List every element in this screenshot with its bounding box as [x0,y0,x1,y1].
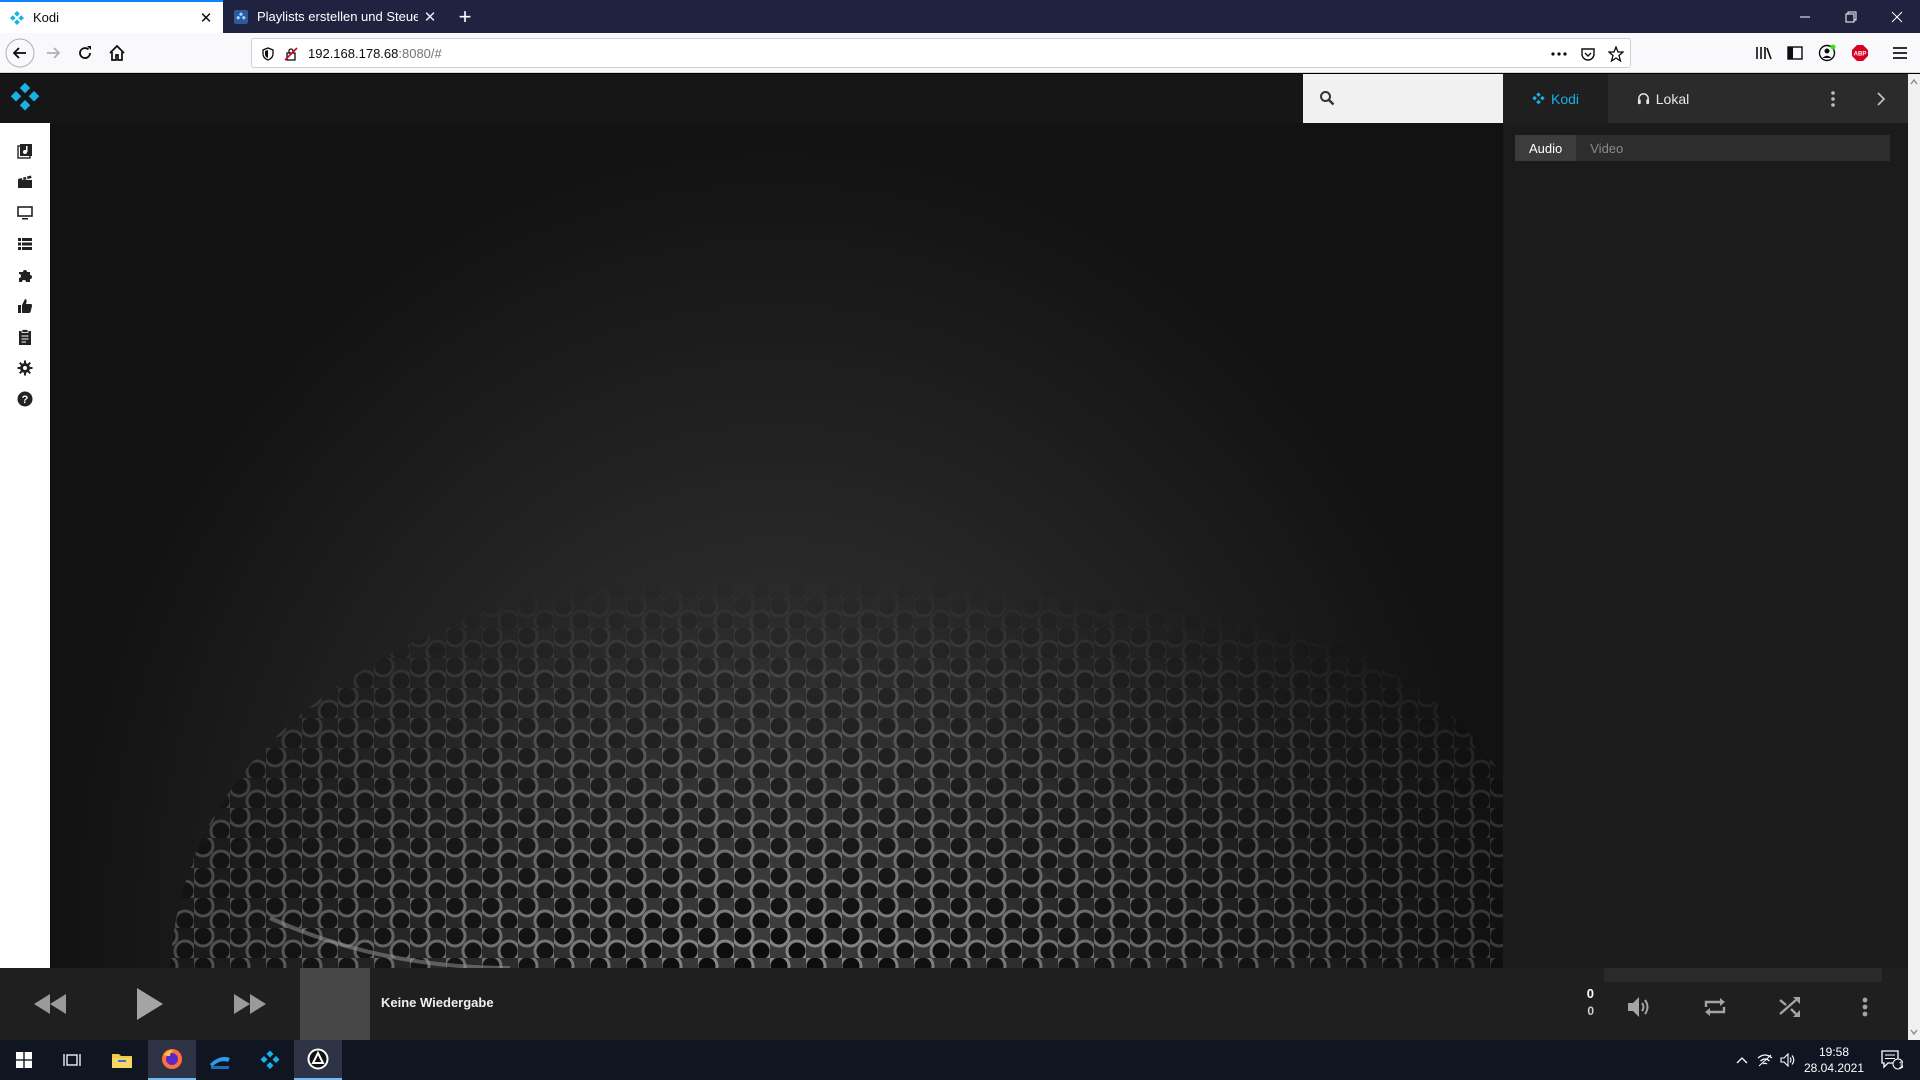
notification-center-icon[interactable]: 1 [1872,1040,1912,1080]
minimize-window-icon[interactable] [1782,0,1828,33]
menu-icon[interactable] [1885,38,1915,68]
task-view-icon[interactable] [48,1040,96,1080]
search-input[interactable] [1303,74,1503,123]
insecure-lock-icon[interactable] [282,45,300,63]
time-total: 0 [1587,1004,1594,1018]
playlist-panel: Audio Video [1503,123,1908,968]
player-bar: Keine Wiedergabe 0 0 [0,968,1908,1040]
tab-lokal[interactable]: Lokal [1608,74,1718,123]
windows-start-icon[interactable] [0,1040,48,1080]
shield-icon[interactable] [259,45,277,63]
pocket-icon[interactable] [1579,45,1597,63]
scroll-up-icon[interactable] [1908,76,1920,88]
chevron-right-icon[interactable] [1869,87,1893,111]
notification-count: 1 [1898,1060,1904,1070]
headphones-icon [1637,92,1650,105]
kodi-icon [1532,92,1545,105]
home-button[interactable] [102,38,132,68]
repeat-icon[interactable] [1700,992,1730,1022]
kodi-header [0,74,1503,123]
back-button[interactable] [5,38,35,68]
tab-playlists[interactable]: Playlists erstellen und Steuerun ✕ [224,0,447,33]
tab-kodi[interactable]: Kodi ✕ [0,0,223,33]
help-icon[interactable]: ? [15,389,35,409]
addons-icon[interactable] [15,265,35,285]
fanart-background [50,123,1503,968]
bookmark-star-icon[interactable] [1607,45,1625,63]
svg-text:?: ? [22,394,29,406]
firefox-icon[interactable] [148,1040,196,1080]
kodi-logo-icon[interactable] [10,82,40,112]
more-options-icon[interactable] [1821,87,1845,111]
rewind-button[interactable] [30,986,70,1022]
kodi-favicon-icon [9,10,25,26]
time-current: 0 [1586,986,1594,1001]
clipboard-icon[interactable] [15,327,35,347]
speaker-tray-icon[interactable] [1777,1040,1799,1080]
volume-slider[interactable] [1604,968,1882,982]
browser-nav-bar: 192.168.178.68:8080/# ABP [0,33,1920,73]
reload-button[interactable] [70,38,100,68]
player-menu-icon[interactable] [1855,992,1875,1022]
url-port: :8080/# [398,46,442,61]
tab-video[interactable]: Video [1576,135,1637,161]
network-icon[interactable] [1754,1040,1776,1080]
tab-lokal-label: Lokal [1655,90,1690,107]
close-window-icon[interactable] [1874,0,1920,33]
page-actions-icon[interactable] [1550,45,1568,63]
movies-icon[interactable] [15,172,35,192]
adblock-plus-icon[interactable]: ABP [1845,38,1875,68]
clock-time: 19:58 [1818,1045,1850,1059]
app-circle-icon[interactable] [294,1040,342,1080]
svg-text:ABP: ABP [1854,52,1867,58]
settings-icon[interactable] [15,358,35,378]
scroll-down-icon[interactable] [1908,1026,1920,1038]
thumbs-up-icon[interactable] [15,296,35,316]
browser-tab-strip: Kodi ✕ Playlists erstellen und Steuerun … [0,0,1920,33]
close-tab-icon[interactable]: ✕ [194,6,218,30]
new-tab-button[interactable]: + [452,4,478,30]
library-icon[interactable] [1749,38,1779,68]
play-button[interactable] [130,982,170,1026]
url-text: 192.168.178.68:8080/# [308,46,442,61]
playlist-type-tabs: Audio Video [1515,135,1890,161]
search-icon [1319,90,1335,111]
now-playing-title: Keine Wiedergabe [381,995,494,1010]
kodi-favicon-icon [233,9,249,25]
account-icon[interactable] [1812,38,1842,68]
speaker-mesh-image [170,538,1503,968]
kodi-web-interface: ? Kodi Lokal Audio Video Keine Wiedergab… [0,74,1908,1040]
playlist-icon[interactable] [15,234,35,254]
tab-audio[interactable]: Audio [1515,135,1577,161]
kodi-taskbar-icon[interactable] [246,1040,294,1080]
kodi-sidebar: ? [0,123,50,968]
windows-taskbar: 19:58 28.04.2021 1 [0,1040,1920,1080]
now-playing-thumbnail[interactable] [300,968,370,1040]
tab-title: Playlists erstellen und Steuerun [257,9,418,24]
system-clock[interactable]: 19:58 28.04.2021 [1800,1044,1868,1076]
page-scrollbar[interactable] [1908,74,1920,1040]
music-icon[interactable] [15,141,35,161]
forward-button[interactable] [38,38,68,68]
shuffle-icon[interactable] [1775,992,1805,1022]
fast-forward-button[interactable] [230,986,270,1022]
sidebar-toggle-icon[interactable] [1780,38,1810,68]
tab-kodi-remote[interactable]: Kodi [1503,74,1608,123]
remote-target-header: Kodi Lokal [1503,74,1908,123]
app-blue-icon[interactable] [196,1040,244,1080]
address-bar[interactable]: 192.168.178.68:8080/# [251,38,1631,68]
restore-window-icon[interactable] [1828,0,1874,33]
tab-kodi-label: Kodi [1550,90,1580,107]
clock-date: 28.04.2021 [1803,1061,1865,1075]
chevron-up-icon[interactable] [1732,1040,1752,1080]
file-explorer-icon[interactable] [98,1040,146,1080]
tab-title: Kodi [33,10,60,25]
close-tab-icon[interactable]: ✕ [418,5,442,29]
volume-icon[interactable] [1625,992,1655,1022]
screen: Kodi ✕ Playlists erstellen und Steuerun … [0,0,1920,1080]
url-host: 192.168.178.68 [308,46,399,61]
tv-icon[interactable] [15,203,35,223]
